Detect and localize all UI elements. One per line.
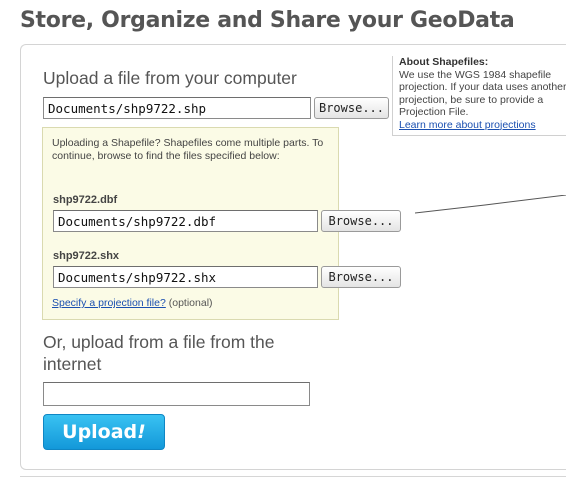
- internet-upload-heading: Or, upload from a file from the internet: [43, 332, 275, 374]
- shapefile-note: Uploading a Shapefile? Shapefiles come m…: [52, 137, 324, 162]
- projection-file-link[interactable]: Specify a projection file?: [52, 297, 166, 309]
- shx-file-input[interactable]: [53, 266, 318, 288]
- local-browse-button[interactable]: Browse...: [314, 97, 389, 119]
- learn-more-link[interactable]: Learn more about projections: [399, 119, 566, 132]
- dbf-browse-button[interactable]: Browse...: [321, 210, 401, 232]
- about-shapefiles: About Shapefiles: We use the WGS 1984 sh…: [392, 56, 566, 136]
- shx-browse-button[interactable]: Browse...: [321, 266, 401, 288]
- upload-button-suffix: !: [137, 421, 146, 443]
- page-title: Store, Organize and Share your GeoData: [20, 8, 515, 33]
- panel-bottom-divider: [20, 476, 566, 477]
- local-upload-heading: Upload a file from your computer: [43, 68, 297, 88]
- projection-line: Specify a projection file? (optional): [52, 297, 213, 309]
- about-title: About Shapefiles:: [399, 56, 489, 68]
- upload-button-label: Upload: [62, 421, 138, 443]
- projection-optional-text: (optional): [168, 297, 213, 309]
- local-file-input[interactable]: [43, 97, 311, 119]
- dbf-label: shp9722.dbf: [53, 194, 118, 206]
- dbf-file-input[interactable]: [53, 210, 318, 232]
- url-input[interactable]: [43, 382, 310, 406]
- upload-button[interactable]: Upload!: [43, 414, 165, 450]
- about-body: We use the WGS 1984 shapefile projection…: [399, 68, 566, 119]
- shx-label: shp9722.shx: [53, 250, 120, 262]
- callout-connector: [415, 195, 566, 214]
